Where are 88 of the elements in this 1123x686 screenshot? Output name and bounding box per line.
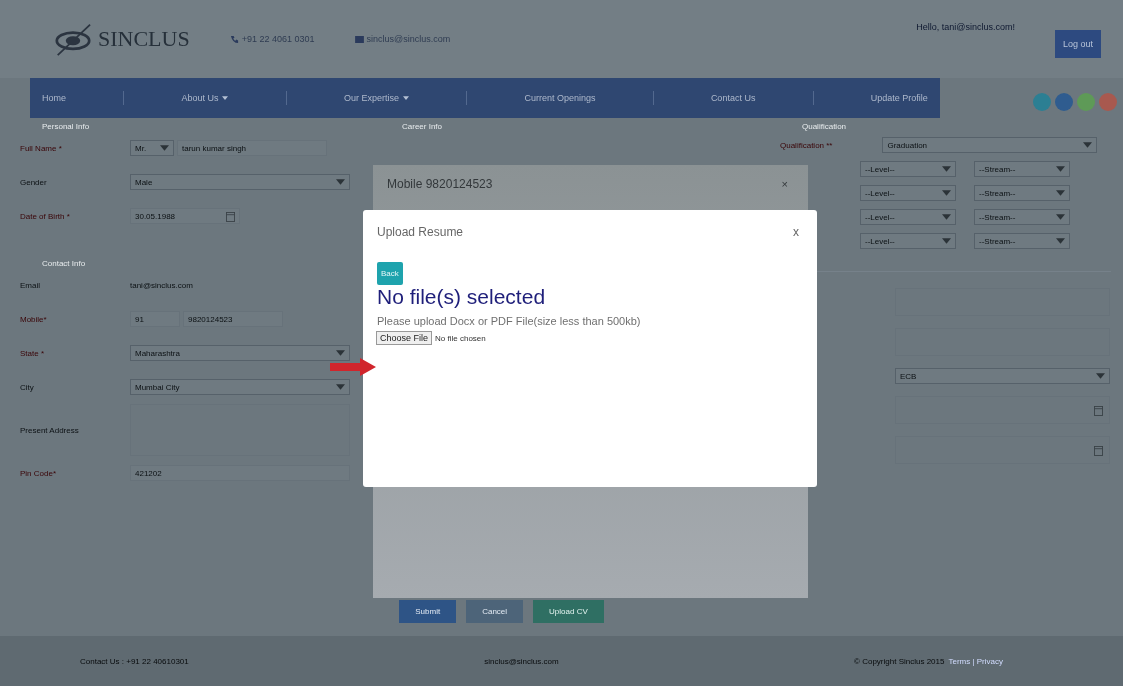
field-label: State *	[20, 348, 45, 358]
section-legend: Contact Info	[20, 255, 86, 268]
nav-link[interactable]: Home	[42, 93, 66, 103]
social-icon[interactable]	[1099, 93, 1117, 111]
select-field[interactable]: Male	[130, 174, 350, 190]
date-field[interactable]	[895, 396, 1110, 424]
field-label: Date of Birth *	[20, 211, 71, 221]
close-button[interactable]: x	[787, 224, 805, 240]
nav-link[interactable]: Current Openings	[524, 93, 596, 103]
caret-icon	[942, 238, 951, 244]
stream-select[interactable]: --Stream--	[974, 185, 1070, 201]
email-address: sinclus@sinclus.com	[354, 34, 451, 44]
phone-icon	[229, 34, 239, 44]
nav-link[interactable]: About Us	[181, 93, 229, 103]
caret-icon	[1056, 166, 1065, 172]
section-legend: Career Info	[380, 118, 443, 131]
stream-select[interactable]: --Stream--	[974, 209, 1070, 225]
field-value: tani@sinclus.com	[130, 280, 194, 290]
form-button[interactable]: Cancel	[466, 600, 524, 623]
input-field[interactable]: 9820124523	[183, 311, 283, 327]
nav-link[interactable]: Our Expertise	[343, 93, 409, 103]
phone-number: +91 22 4061 0301	[229, 34, 315, 44]
form-button[interactable]: Submit	[399, 600, 457, 623]
choose-file-button[interactable]: Choose File	[376, 331, 433, 345]
date-field[interactable]: 30.05.1988	[130, 208, 240, 224]
code-field[interactable]: 91	[130, 311, 180, 327]
footer-links[interactable]: Terms | Privacy	[948, 656, 1003, 666]
caret-icon	[1083, 142, 1093, 148]
caret-icon	[222, 96, 229, 100]
file-status: No file chosen	[435, 333, 486, 343]
caret-icon	[1056, 214, 1065, 220]
status-heading: No file(s) selected	[377, 285, 546, 309]
upload-hint: Please upload Docx or PDF File(size less than 500kb)	[377, 315, 641, 327]
level-select[interactable]: --Level--	[860, 161, 956, 177]
caret-icon	[160, 145, 169, 151]
input-field[interactable]: tarun kumar singh	[177, 140, 327, 156]
greeting-text: Hello, tani@sinclus.com!	[916, 22, 1015, 32]
logout-button[interactable]: Log out	[1054, 30, 1101, 58]
field-label: Full Name *	[20, 143, 63, 153]
dialog-title: Upload Resume	[377, 225, 464, 239]
caret-icon	[942, 166, 951, 172]
calendar-icon	[1094, 444, 1103, 456]
copyright-text: © Copyright Sinclus 2015	[854, 656, 945, 666]
caret-icon	[1056, 238, 1065, 244]
select-field[interactable]: Graduation	[882, 137, 1098, 153]
social-icon[interactable]	[1055, 93, 1073, 111]
caret-icon	[942, 214, 951, 220]
calendar-icon	[226, 210, 235, 222]
footer-contact: Contact Us : +91 22 40610301	[80, 656, 189, 666]
field-label: Mobile*	[20, 314, 48, 324]
field-label: City	[20, 382, 35, 392]
section-legend: Qualification	[780, 118, 847, 131]
social-icon[interactable]	[1033, 93, 1051, 111]
level-select[interactable]: --Level--	[860, 233, 956, 249]
section-legend: Personal Info	[20, 118, 90, 131]
caret-icon	[336, 179, 345, 185]
logo-text: SINCLUS	[98, 26, 190, 52]
field-label: Email	[20, 280, 41, 290]
select-field[interactable]: ECB	[895, 368, 1110, 384]
field-label: Pin Code*	[20, 468, 58, 478]
nav-link[interactable]: Update Profile	[870, 93, 928, 103]
select-field[interactable]: Mumbai City	[130, 379, 350, 395]
caret-icon	[1056, 190, 1065, 196]
nav-link[interactable]: Contact Us	[710, 93, 756, 103]
arrow-icon	[330, 358, 376, 376]
stream-select[interactable]: --Stream--	[974, 161, 1070, 177]
caret-icon	[402, 96, 409, 100]
title-select[interactable]: Mr.	[130, 140, 174, 156]
stream-select[interactable]: --Stream--	[974, 233, 1070, 249]
footer-email: sinclus@sinclus.com	[484, 656, 559, 666]
select-field[interactable]: Maharashtra	[130, 345, 350, 361]
social-icon[interactable]	[1077, 93, 1095, 111]
close-button[interactable]: ×	[775, 177, 794, 191]
field-label: Qualification **	[780, 140, 833, 150]
caret-icon	[336, 350, 345, 356]
field-label: Gender	[20, 177, 48, 187]
dialog-title: Mobile 9820124523	[387, 177, 493, 191]
caret-icon	[336, 384, 345, 390]
form-button[interactable]: Upload CV	[533, 600, 604, 623]
field-label: Present Address	[20, 425, 80, 435]
date-field[interactable]	[895, 436, 1110, 464]
level-select[interactable]: --Level--	[860, 185, 956, 201]
back-button[interactable]: Back	[377, 262, 403, 285]
input-field[interactable]: 421202	[130, 465, 350, 481]
caret-icon	[1096, 373, 1105, 379]
level-select[interactable]: --Level--	[860, 209, 956, 225]
calendar-icon	[1094, 404, 1103, 416]
caret-icon	[942, 190, 951, 196]
